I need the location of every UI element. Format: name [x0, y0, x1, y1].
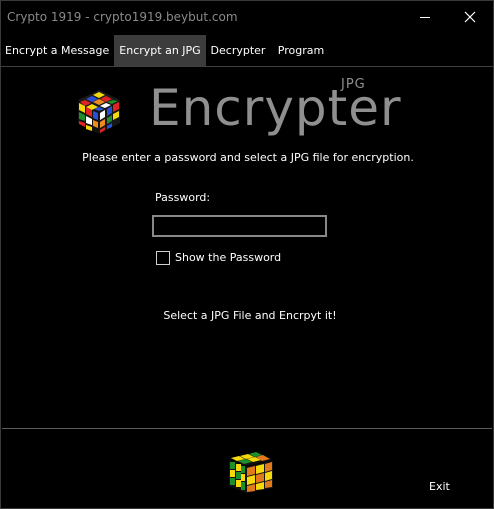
instruction-text: Please enter a password and select a JPG… — [82, 151, 414, 164]
password-label: Password: — [155, 191, 211, 204]
minimize-button[interactable] — [402, 1, 448, 33]
minimize-icon — [420, 16, 430, 18]
close-icon — [464, 11, 476, 23]
app-window: Crypto 1919 - crypto1919.beybut.com Encr… — [0, 0, 494, 509]
window-title: Crypto 1919 - crypto1919.beybut.com — [7, 10, 238, 24]
select-jpg-link[interactable]: Select a JPG File and Encrpyt it! — [1, 309, 494, 322]
tab-encrypt-jpg[interactable]: Encrypt an JPG — [114, 35, 206, 66]
show-password-checkbox[interactable] — [156, 251, 170, 265]
close-button[interactable] — [447, 1, 493, 33]
brand-subtitle: JPG — [341, 77, 366, 92]
title-bar[interactable]: Crypto 1919 - crypto1919.beybut.com — [1, 1, 493, 33]
tab-program[interactable]: Program — [273, 35, 329, 66]
show-password-label[interactable]: Show the Password — [175, 251, 281, 264]
password-input[interactable] — [152, 215, 327, 237]
rubiks-cube-icon — [229, 452, 273, 493]
tab-encrypt-message[interactable]: Encrypt a Message — [5, 35, 109, 66]
exit-button[interactable]: Exit — [429, 480, 450, 493]
tab-bar: Encrypt a Message Encrypt an JPG Decrypt… — [1, 35, 493, 66]
rubiks-cube-icon — [78, 90, 120, 134]
tab-decrypter[interactable]: Decrypter — [207, 35, 269, 66]
